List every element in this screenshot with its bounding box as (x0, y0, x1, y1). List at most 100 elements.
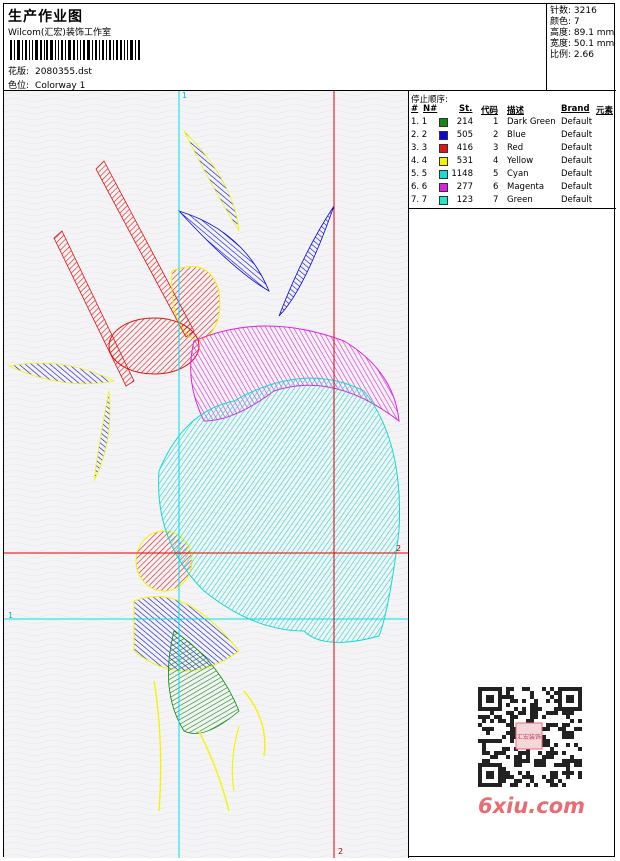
qr-module (506, 723, 510, 727)
barcode-bar (116, 40, 119, 60)
qr-module (570, 735, 574, 739)
color-swatch (439, 183, 448, 192)
design-label: 花版: (8, 67, 30, 77)
qr-module (542, 775, 546, 779)
qr-module (566, 711, 570, 715)
qr-module (514, 763, 518, 767)
barcode-bar (120, 40, 123, 60)
qr-module (498, 739, 502, 743)
stop-sequence-row: 1. 1 214 1 Dark Green Default (409, 117, 616, 130)
row-code: 3 (493, 143, 499, 153)
qr-module (514, 707, 518, 711)
qr-module (542, 743, 546, 747)
qr-module (518, 751, 522, 755)
qr-module (522, 687, 526, 691)
qr-module (518, 763, 522, 767)
qr-module (510, 775, 514, 779)
row-brand: Default (561, 182, 593, 192)
barcode-bar (82, 40, 85, 60)
qr-module (478, 715, 482, 719)
qr-module (550, 771, 554, 775)
qr-finder (486, 771, 494, 779)
qr-module (542, 763, 546, 767)
qr-module (570, 719, 574, 723)
barcode-bar (34, 40, 38, 60)
qr-logo-text: 汇宏装饰 (517, 733, 541, 741)
row-description: Cyan (507, 169, 529, 179)
row-index: 3. 3 (411, 143, 428, 153)
design-scale: 比例: 2.66 (550, 50, 594, 60)
qr-module (578, 763, 582, 767)
qr-module (506, 711, 510, 715)
qr-module (534, 699, 538, 703)
barcode-bar (86, 40, 90, 60)
qr-module (510, 687, 514, 691)
cyan-v-marker: 1 (182, 91, 188, 100)
qr-module (526, 755, 530, 759)
qr-module (562, 759, 566, 763)
qr-module (566, 715, 570, 719)
col-header-needle: N# (423, 104, 438, 114)
qr-module (502, 779, 506, 783)
qr-module (530, 779, 534, 783)
qr-module (570, 711, 574, 715)
qr-module (506, 703, 510, 707)
qr-module (542, 687, 546, 691)
stop-sequence-row: 7. 7 123 7 Green Default (409, 195, 616, 208)
company-name: Wilcom(汇宏)装饰工作室 (8, 28, 111, 38)
qr-module (538, 763, 542, 767)
qr-module (546, 751, 550, 755)
qr-module (514, 755, 518, 759)
qr-module (498, 751, 502, 755)
qr-module (490, 711, 494, 715)
qr-module (494, 739, 498, 743)
qr-module (522, 707, 526, 711)
color-swatch (439, 170, 448, 179)
row-stitches: 505 (456, 130, 473, 140)
row-stitches: 416 (456, 143, 473, 153)
qr-module (578, 771, 582, 775)
qr-module (510, 731, 514, 735)
row-index: 2. 2 (411, 130, 428, 140)
qr-module (518, 759, 522, 763)
row-description: Blue (507, 130, 526, 140)
qr-module (562, 735, 566, 739)
qr-module (510, 695, 514, 699)
row-code: 7 (493, 195, 499, 205)
qr-module (550, 783, 554, 787)
qr-module (518, 779, 522, 783)
qr-module (566, 775, 570, 779)
qr-module (546, 743, 550, 747)
qr-finder (486, 695, 494, 703)
row-code: 4 (493, 156, 499, 166)
qr-module (510, 735, 514, 739)
row-description: Yellow (507, 156, 534, 166)
qr-module (558, 727, 562, 731)
qr-module (542, 739, 546, 743)
qr-module (554, 771, 558, 775)
qr-module (510, 711, 514, 715)
qr-finder (566, 695, 574, 703)
qr-module (566, 763, 570, 767)
qr-module (570, 755, 574, 759)
qr-module (550, 687, 554, 691)
barcode-bar (127, 40, 129, 60)
qr-module (578, 719, 582, 723)
row-code: 1 (493, 117, 499, 127)
barcode-bar (98, 40, 100, 60)
stop-sequence-table: 停止顺序: # N# St. 代码 描述 Brand 元素 1. 1 214 1 Da… (409, 91, 616, 209)
row-code: 2 (493, 130, 499, 140)
qr-module (542, 759, 546, 763)
qr-module (550, 695, 554, 699)
qr-module (530, 703, 534, 707)
qr-module (562, 727, 566, 731)
qr-module (526, 783, 530, 787)
design-height: 高度: 89.1 mm (550, 28, 615, 38)
qr-module (482, 759, 486, 763)
qr-module (510, 783, 514, 787)
qr-code: 汇宏装饰 (474, 685, 584, 789)
qr-module (546, 699, 550, 703)
qr-module (506, 695, 510, 699)
row-stitches: 277 (456, 182, 473, 192)
qr-module (562, 731, 566, 735)
